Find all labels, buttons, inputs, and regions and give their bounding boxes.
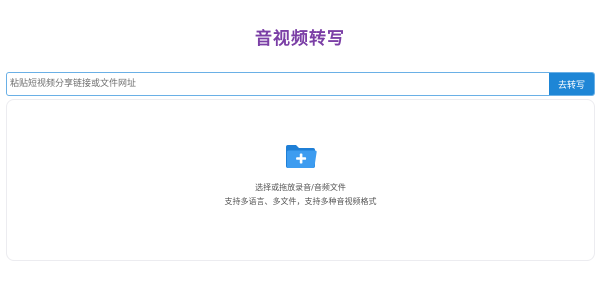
folder-plus-icon [284,142,318,170]
page-title: 音视频转写 [255,29,345,49]
upload-hint-secondary: 支持多语言、多文件，支持多种音视频格式 [224,197,377,206]
page: 音视频转写 去转写 选择或拖放录音/音频文件 支持多语言、多文件，支持多种音视频… [0,0,600,307]
url-input[interactable] [7,73,550,95]
transcribe-button[interactable]: 去转写 [549,73,594,95]
upload-drop-zone[interactable]: 选择或拖放录音/音频文件 支持多语言、多文件，支持多种音视频格式 [6,99,595,261]
url-bar: 去转写 [6,72,595,96]
upload-hint-primary: 选择或拖放录音/音频文件 [255,183,346,192]
